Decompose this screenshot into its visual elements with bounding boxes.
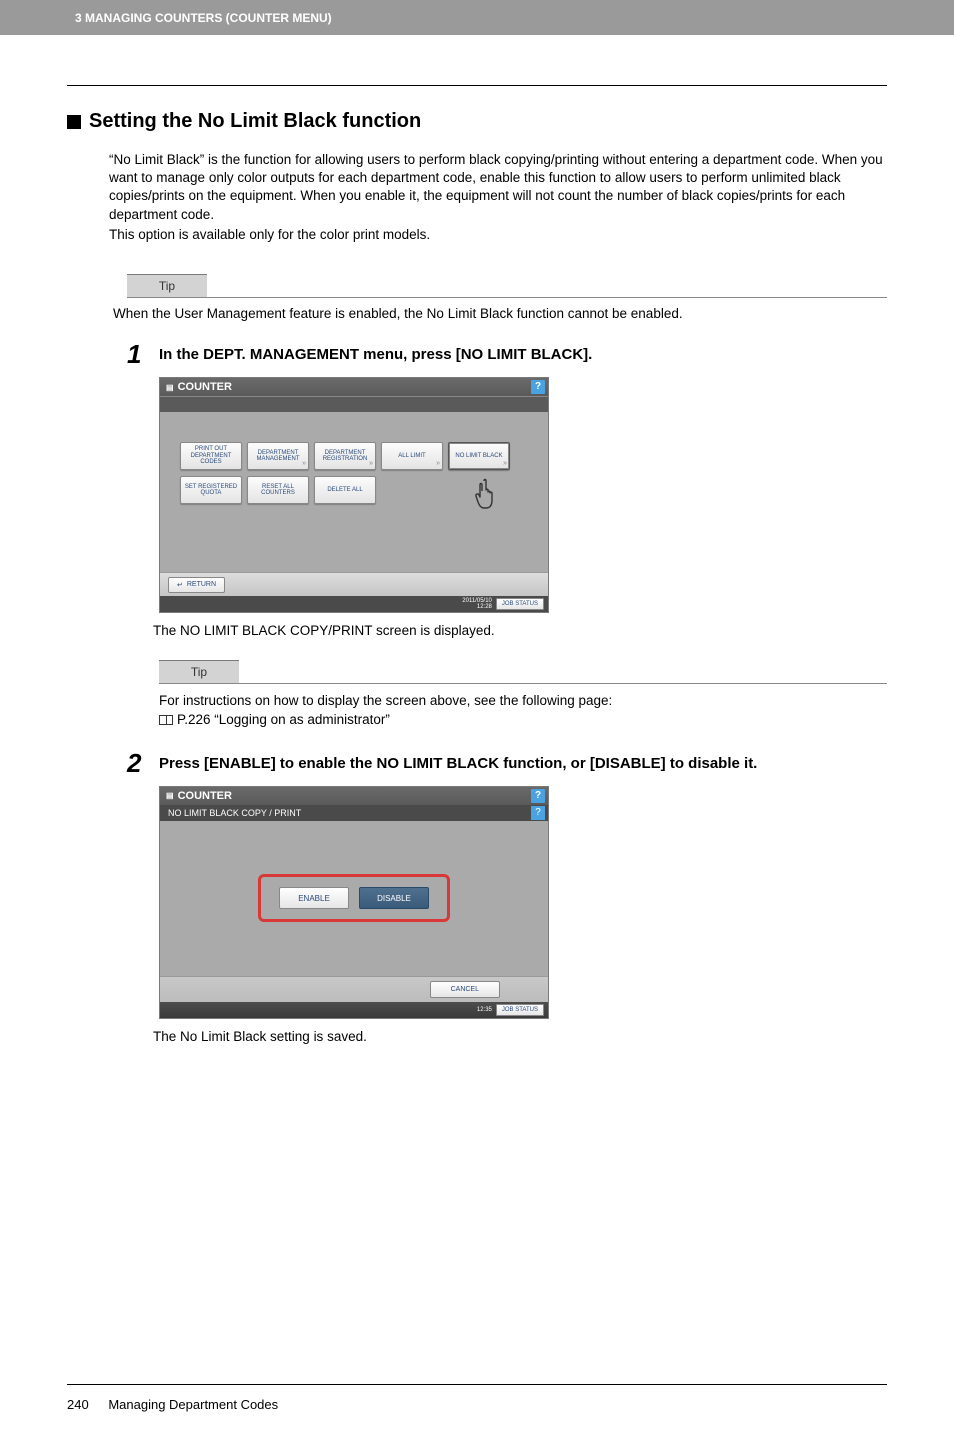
screen2-cancelbar: CANCEL	[160, 976, 548, 1002]
tip-label: Tip	[127, 274, 207, 297]
screenshot-1-wrap: ▤ COUNTER ? PRINT OUT DEPARTMENT CODES D…	[159, 377, 887, 638]
screen1-returnbar: ↵RETURN	[160, 572, 548, 596]
delete-all-button[interactable]: DELETE ALL	[314, 476, 376, 504]
footer-text: 240 Managing Department Codes	[67, 1397, 887, 1412]
screenshot-2: ▤ COUNTER ? NO LIMIT BLACK COPY / PRINT …	[159, 786, 549, 1019]
screen1-timestamp: 2011/05/10 12:28	[462, 598, 492, 610]
hand-pointer-icon	[473, 477, 503, 518]
no-limit-black-button[interactable]: NO LIMIT BLACK»	[448, 442, 510, 470]
highlight-ring: ENABLE DISABLE	[258, 874, 450, 922]
screen2-title: COUNTER	[178, 790, 232, 802]
help-icon-2b[interactable]: ?	[531, 806, 545, 820]
screen2-statusbar: 12:35 JOB STATUS	[160, 1002, 548, 1018]
page-number: 240	[67, 1397, 89, 1412]
job-status-button-2[interactable]: JOB STATUS	[496, 1004, 544, 1016]
screen1-title: COUNTER	[178, 381, 232, 393]
printout-dept-codes-button[interactable]: PRINT OUT DEPARTMENT CODES	[180, 442, 242, 470]
step-1-caption: The NO LIMIT BLACK COPY/PRINT screen is …	[153, 623, 887, 638]
chapter-header: 3 MANAGING COUNTERS (COUNTER MENU)	[0, 0, 954, 35]
enable-button[interactable]: ENABLE	[279, 887, 349, 909]
help-icon-2a[interactable]: ?	[531, 789, 545, 803]
reset-all-counters-button[interactable]: RESET ALL COUNTERS	[247, 476, 309, 504]
footer-section: Managing Department Codes	[108, 1397, 278, 1412]
help-icon[interactable]: ?	[531, 380, 545, 394]
screen2-body: ENABLE DISABLE	[160, 821, 548, 976]
page: 3 MANAGING COUNTERS (COUNTER MENU) Setti…	[0, 0, 954, 1442]
intro-paragraph-2: This option is available only for the co…	[109, 226, 887, 244]
dept-management-button[interactable]: DEPARTMENT MANAGEMENT»	[247, 442, 309, 470]
tip-2-divider	[159, 683, 887, 684]
set-registered-quota-button[interactable]: SET REGISTERED QUOTA	[180, 476, 242, 504]
intro-block: “No Limit Black” is the function for all…	[109, 151, 887, 244]
cancel-button[interactable]: CANCEL	[430, 981, 500, 998]
section-heading: Setting the No Limit Black function	[67, 110, 887, 133]
tip-2-label: Tip	[159, 660, 239, 683]
step-1: 1 In the DEPT. MANAGEMENT menu, press [N…	[127, 341, 887, 367]
screen2-timestamp: 12:35	[477, 1007, 492, 1013]
step-2-caption: The No Limit Black setting is saved.	[153, 1029, 887, 1044]
all-limit-button[interactable]: ALL LIMIT»	[381, 442, 443, 470]
tip-2-line1: For instructions on how to display the s…	[159, 692, 887, 711]
return-button[interactable]: ↵RETURN	[168, 577, 225, 593]
square-bullet-icon	[67, 115, 81, 129]
rule-top	[67, 85, 887, 86]
screenshot-2-wrap: ▤ COUNTER ? NO LIMIT BLACK COPY / PRINT …	[159, 786, 887, 1044]
screen1-body: PRINT OUT DEPARTMENT CODES DEPARTMENT MA…	[160, 412, 548, 572]
tip-2: Tip For instructions on how to display t…	[159, 660, 887, 730]
content-area: Setting the No Limit Black function “No …	[0, 35, 954, 1044]
book-icon	[159, 715, 173, 725]
screen2-titlebar: ▤ COUNTER ?	[160, 787, 548, 805]
step-1-number: 1	[127, 341, 159, 367]
tip-1: Tip When the User Management feature is …	[127, 274, 887, 321]
page-footer: 240 Managing Department Codes	[0, 1384, 954, 1442]
screen2-subbar: NO LIMIT BLACK COPY / PRINT ?	[160, 805, 548, 821]
job-status-button[interactable]: JOB STATUS	[496, 598, 544, 610]
step-2-number: 2	[127, 750, 159, 776]
intro-paragraph-1: “No Limit Black” is the function for all…	[109, 151, 887, 224]
section-title-text: Setting the No Limit Black function	[89, 110, 421, 133]
tip-2-line2: P.226 “Logging on as administrator”	[159, 711, 887, 730]
tip-2-text: For instructions on how to display the s…	[159, 692, 887, 730]
footer-rule	[67, 1384, 887, 1385]
screen1-row1: PRINT OUT DEPARTMENT CODES DEPARTMENT MA…	[180, 442, 528, 470]
step-1-title: In the DEPT. MANAGEMENT menu, press [NO …	[159, 341, 592, 367]
screen1-statusbar: 2011/05/10 12:28 JOB STATUS	[160, 596, 548, 612]
screen1-subbar	[160, 396, 548, 412]
screenshot-1: ▤ COUNTER ? PRINT OUT DEPARTMENT CODES D…	[159, 377, 549, 613]
step-2: 2 Press [ENABLE] to enable the NO LIMIT …	[127, 750, 887, 776]
screen1-titlebar: ▤ COUNTER ?	[160, 378, 548, 396]
step-2-title: Press [ENABLE] to enable the NO LIMIT BL…	[159, 750, 757, 776]
chapter-title: 3 MANAGING COUNTERS (COUNTER MENU)	[75, 11, 332, 25]
tip-1-text: When the User Management feature is enab…	[113, 306, 887, 321]
tip-divider	[127, 297, 887, 298]
disable-button[interactable]: DISABLE	[359, 887, 429, 909]
dept-registration-button[interactable]: DEPARTMENT REGISTRATION»	[314, 442, 376, 470]
